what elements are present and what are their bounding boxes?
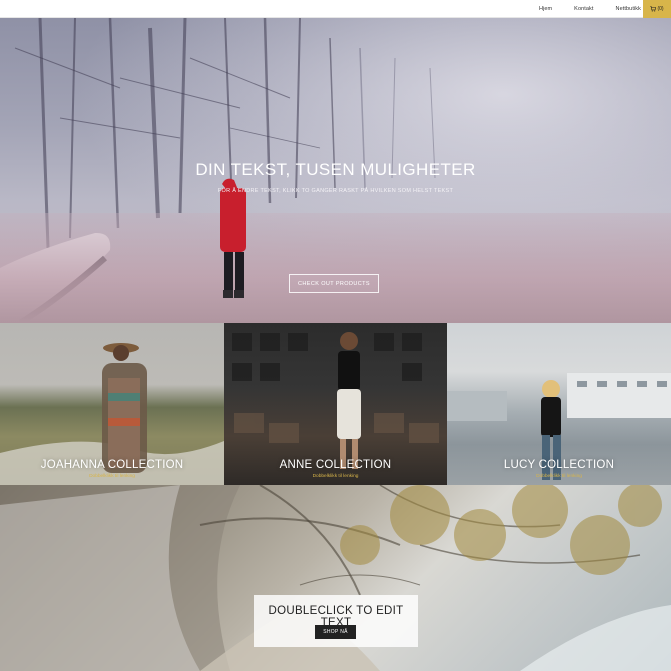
collection-subtitle: Dobbelklikk til lenking bbox=[312, 474, 359, 479]
shop-now-button[interactable]: SHOP NÅ bbox=[315, 625, 356, 639]
top-navigation: Hjem Kontakt Nettbutikk (0) bbox=[0, 0, 671, 18]
nav-links: Hjem Kontakt Nettbutikk bbox=[517, 0, 641, 18]
banner-text-box: DOUBLECLICK TO EDIT TEXT SHOP NÅ bbox=[254, 595, 418, 647]
nav-link-kontakt[interactable]: Kontakt bbox=[574, 6, 593, 12]
hero-ground bbox=[0, 213, 671, 323]
cart-icon bbox=[650, 6, 657, 12]
hero-person-figure bbox=[220, 178, 246, 298]
collection-card-lucy[interactable]: LUCY COLLECTION Dobbelklikk til lenking bbox=[447, 323, 671, 485]
collection-title: LUCY COLLECTION bbox=[503, 459, 615, 471]
collection-title: JOAHANNA COLLECTION bbox=[40, 459, 184, 471]
collections-grid: JOAHANNA COLLECTION Dobbelklikk til lenk… bbox=[0, 323, 671, 485]
nav-link-hjem[interactable]: Hjem bbox=[539, 6, 552, 12]
cart-button[interactable]: (0) bbox=[643, 0, 671, 18]
promo-banner: DOUBLECLICK TO EDIT TEXT SHOP NÅ bbox=[0, 485, 671, 671]
collection-subtitle: Dobbelklikk til lenking bbox=[536, 474, 582, 479]
cart-count: (0) bbox=[657, 6, 664, 12]
hero-title: DIN TEKST, TUSEN MULIGHETER bbox=[195, 160, 476, 179]
collection-title: ANNE COLLECTION bbox=[279, 459, 392, 471]
collection-card-joahanna[interactable]: JOAHANNA COLLECTION Dobbelklikk til lenk… bbox=[0, 323, 224, 485]
collection-subtitle: Dobbelklikk til lenking bbox=[89, 474, 135, 479]
nav-link-nettbutikk[interactable]: Nettbutikk bbox=[616, 6, 641, 12]
hero-subtitle: FOR Å ENDRE TEKST, KLIKK TO GANGER RASKT… bbox=[217, 188, 454, 194]
check-out-products-button[interactable]: CHECK OUT PRODUCTS bbox=[289, 274, 379, 293]
hero-section: DIN TEKST, TUSEN MULIGHETER FOR Å ENDRE … bbox=[0, 18, 671, 323]
collection-card-anne[interactable]: ANNE COLLECTION Dobbelklikk til lenking bbox=[224, 323, 447, 485]
